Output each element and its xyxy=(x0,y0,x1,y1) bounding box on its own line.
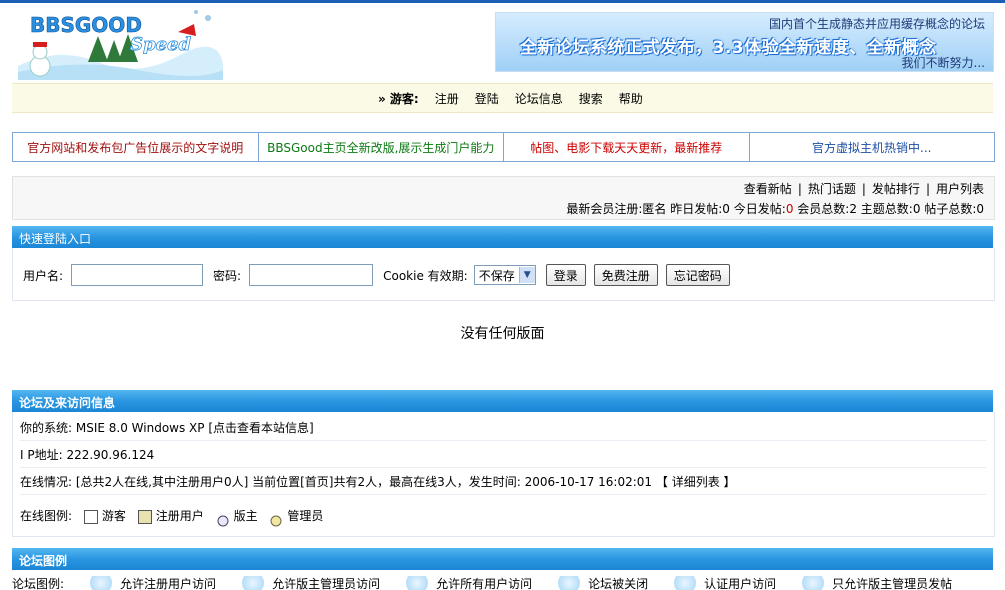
post-ranking-link[interactable]: 发帖排行 xyxy=(872,182,920,196)
no-boards-message: 没有任何版面 xyxy=(460,326,545,342)
top-border xyxy=(0,0,1005,3)
moderator-icon xyxy=(216,511,230,526)
forum-logo[interactable]: BBSGOOD Speed xyxy=(18,6,223,80)
visitor-info-title: 论坛及来访问信息 xyxy=(19,396,116,410)
main-nav-bar: » 游客: 注册 登陆 论坛信息 搜索 帮助 xyxy=(12,83,993,113)
online-status-row[interactable]: 在线情况: [总共2人在线,其中注册用户0人] 当前位置[首页]共有2人，最高在… xyxy=(20,470,986,495)
closed-forum-icon xyxy=(558,576,581,590)
cookie-expiry-select[interactable]: 不保存 ▼ xyxy=(473,265,536,285)
legend-guest: 游客 xyxy=(101,509,126,523)
legend-item: 允许所有用户访问 xyxy=(436,576,533,590)
logo-text: BBSGOOD xyxy=(30,13,142,37)
admin-icon xyxy=(269,511,283,526)
quick-login-form: 用户名: 密码: Cookie 有效期: 不保存 ▼ 登录 免费注册 忘记密码 xyxy=(12,248,995,301)
visitor-info-panel: 你的系统: MSIE 8.0 Windows XP [点击查看本站信息] I P… xyxy=(12,412,995,537)
newest-member: 最新会员注册:匿名 xyxy=(566,202,667,216)
forum-legend-row: 论坛图例: 允许注册用户访问 允许版主管理员访问 允许所有用户访问 论坛被关闭 … xyxy=(12,576,993,590)
nav-forum-info-link[interactable]: 论坛信息 xyxy=(515,90,563,107)
forum-legend-label: 论坛图例: xyxy=(12,576,65,590)
username-label: 用户名: xyxy=(23,268,64,283)
today-posts-value: 0 xyxy=(785,202,794,216)
topic-count: 主题总数:0 xyxy=(860,202,921,216)
password-label: 密码: xyxy=(213,268,242,283)
registered-access-icon xyxy=(90,576,113,590)
legend-item: 允许版主管理员访问 xyxy=(272,576,381,590)
verified-access-icon xyxy=(674,576,697,590)
logo-subtext: Speed xyxy=(130,34,191,55)
system-info-row[interactable]: 你的系统: MSIE 8.0 Windows XP [点击查看本站信息] xyxy=(20,416,986,441)
member-count: 会员总数:2 xyxy=(797,202,857,216)
registered-user-icon xyxy=(137,509,152,524)
banner-tagline: 我们不断努力... xyxy=(901,56,985,70)
banner-headline: 全新论坛系统正式发布，3.3体验全新速度、全新概念 xyxy=(520,38,937,58)
nav-search-link[interactable]: 搜索 xyxy=(579,90,603,107)
moderator-access-icon xyxy=(242,576,265,590)
forum-stats-box: 查看新帖 | 热门话题 | 发帖排行 | 用户列表 最新会员注册:匿名 昨日发帖:0 今日发… xyxy=(12,176,995,220)
visitor-info-header: 论坛及来访问信息 xyxy=(12,390,993,412)
text-ad-3[interactable]: 帖图、电影下载天天更新，最新推荐 xyxy=(504,133,750,161)
legend-item: 认证用户访问 xyxy=(704,576,777,590)
forum-legend-title: 论坛图例 xyxy=(19,554,68,568)
guest-icon xyxy=(83,509,98,524)
password-input[interactable] xyxy=(249,264,374,286)
login-button[interactable]: 登录 xyxy=(545,264,586,286)
moderator-post-icon xyxy=(802,576,825,590)
user-list-link[interactable]: 用户列表 xyxy=(936,182,984,196)
guest-label: » 游客: xyxy=(378,92,419,106)
yesterday-posts: 昨日发帖:0 xyxy=(670,202,730,216)
nav-register-link[interactable]: 注册 xyxy=(435,90,459,107)
text-ad-1[interactable]: 官方网站和发布包广告位展示的文字说明 xyxy=(13,133,259,161)
cookie-expiry-value: 不保存 xyxy=(478,268,515,283)
forgot-password-button[interactable]: 忘记密码 xyxy=(665,264,730,286)
quick-login-header: 快速登陆入口 xyxy=(12,226,993,248)
text-ad-bar: 官方网站和发布包广告位展示的文字说明 BBSGood主页全新改版,展示生成门户能… xyxy=(12,132,995,162)
hot-topics-link[interactable]: 热门话题 xyxy=(808,182,856,196)
legend-registered: 注册用户 xyxy=(155,509,204,523)
legend-item: 允许注册用户访问 xyxy=(120,576,217,590)
forum-legend-header: 论坛图例 xyxy=(12,548,993,570)
ip-address-row: I P地址: 222.90.96.124 xyxy=(20,443,986,468)
legend-item: 论坛被关闭 xyxy=(588,576,649,590)
header-banner[interactable]: 国内首个生成静态并应用缓存概念的论坛 全新论坛系统正式发布，3.3体验全新速度、… xyxy=(495,12,994,72)
online-legend-row: 在线图例: 游客 注册用户 版主 管理员 xyxy=(20,504,986,528)
nav-help-link[interactable]: 帮助 xyxy=(619,90,643,107)
nav-login-link[interactable]: 登陆 xyxy=(475,90,499,107)
free-register-button[interactable]: 免费注册 xyxy=(593,264,658,286)
text-ad-4[interactable]: 官方虚拟主机热销中... xyxy=(750,133,995,161)
legend-item: 只允许版主管理员发帖 xyxy=(832,576,953,590)
legend-admin: 管理员 xyxy=(287,509,324,523)
view-new-posts-link[interactable]: 查看新帖 xyxy=(744,182,792,196)
legend-moderator: 版主 xyxy=(233,509,258,523)
banner-slogan: 国内首个生成静态并应用缓存概念的论坛 xyxy=(768,17,985,31)
quick-login-title: 快速登陆入口 xyxy=(19,232,92,246)
cookie-expiry-label: Cookie 有效期: xyxy=(383,268,468,283)
online-legend-label: 在线图例: xyxy=(20,509,73,523)
post-count: 帖子总数:0 xyxy=(924,202,984,216)
all-access-icon xyxy=(406,576,429,590)
chevron-down-icon[interactable]: ▼ xyxy=(518,267,535,283)
username-input[interactable] xyxy=(71,264,204,286)
text-ad-2[interactable]: BBSGood主页全新改版,展示生成门户能力 xyxy=(259,133,504,161)
today-posts-label: 今日发帖: xyxy=(733,202,786,216)
